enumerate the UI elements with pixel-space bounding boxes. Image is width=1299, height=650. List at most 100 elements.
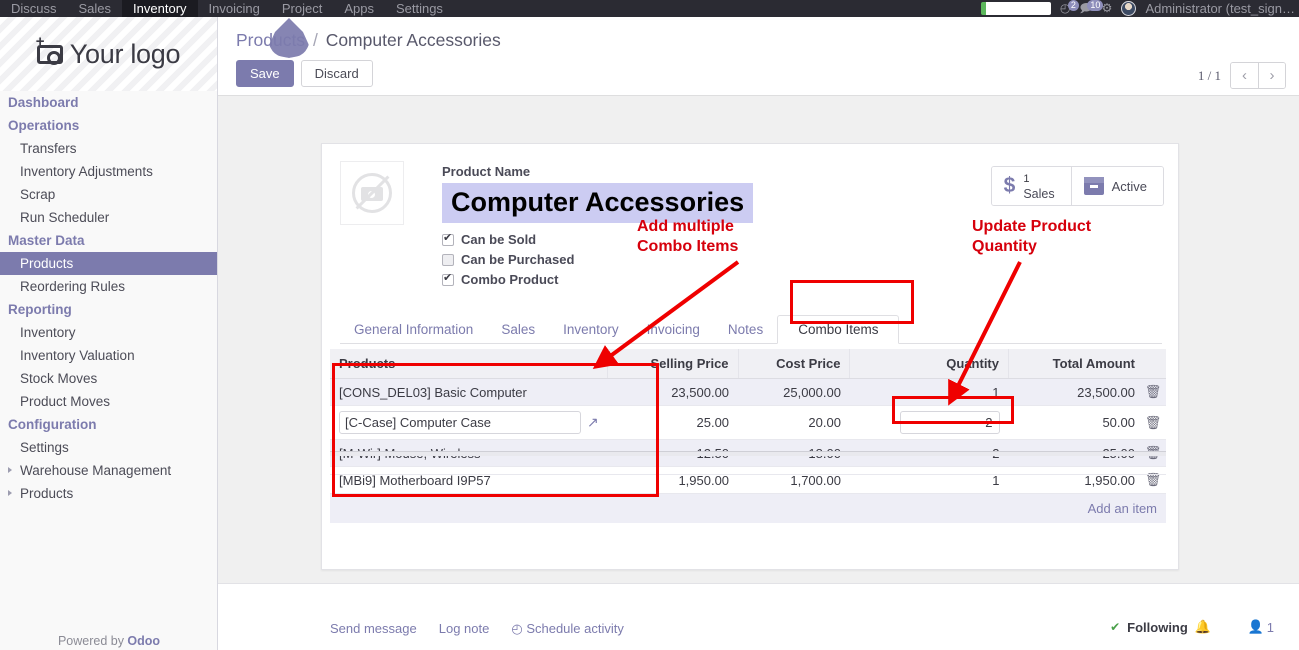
sidebar-item-stock-moves[interactable]: Stock Moves	[0, 367, 217, 390]
cell-selling-price[interactable]: 25.00	[607, 405, 739, 440]
delete-row-button[interactable]: 🗑	[1144, 405, 1166, 440]
column-header-products[interactable]: Products	[330, 349, 609, 379]
column-header-quantity[interactable]: Quantity	[849, 349, 1009, 379]
checkbox-row-can-be-purchased[interactable]: Can be Purchased	[442, 252, 574, 267]
cell-product[interactable]: [C-Case] Computer Case ↗	[330, 405, 608, 440]
cell-quantity[interactable]: 2	[849, 405, 1009, 440]
activity-icon[interactable]: ⚙	[1102, 2, 1113, 15]
product-image-placeholder[interactable]	[340, 161, 404, 225]
cell-cost-price[interactable]: 1,700.00	[738, 466, 850, 494]
cell-selling-price[interactable]: 1,950.00	[607, 466, 739, 494]
sheet-divider	[330, 474, 1166, 475]
tab-inventory[interactable]: Inventory	[549, 316, 633, 343]
user-menu-label[interactable]: Administrator (test_sign…	[1145, 1, 1295, 16]
table-row[interactable]: [CONS_DEL03] Basic Computer 23,500.00 25…	[330, 378, 1166, 406]
nav-item-discuss[interactable]: Discuss	[0, 0, 68, 17]
followers-value: 1	[1266, 619, 1274, 635]
camera-icon	[36, 33, 63, 65]
sidebar-item-transfers[interactable]: Transfers	[0, 137, 217, 160]
column-header-total-amount[interactable]: Total Amount	[1008, 349, 1144, 379]
send-message-button[interactable]: Send message	[330, 621, 417, 637]
clock-icon[interactable]: ◴ 2	[1060, 0, 1079, 15]
cell-product[interactable]: [MBi9] Motherboard I9P57	[330, 466, 608, 494]
nav-item-settings[interactable]: Settings	[385, 0, 454, 17]
avatar[interactable]	[1121, 1, 1137, 16]
checkbox-can-be-sold[interactable]	[442, 231, 454, 246]
global-search-input[interactable]	[980, 2, 1051, 15]
sidebar-item-reordering-rules[interactable]: Reordering Rules	[0, 275, 217, 298]
column-header-cost-price[interactable]: Cost Price	[738, 349, 851, 379]
save-button[interactable]: Save	[236, 60, 294, 87]
delete-row-button[interactable]: 🗑	[1144, 378, 1166, 406]
add-an-item-link[interactable]: Add an item	[1088, 501, 1157, 516]
sidebar-item-inventory-adjustments[interactable]: Inventory Adjustments	[0, 160, 217, 183]
sidebar-item-scrap[interactable]: Scrap	[0, 183, 217, 206]
following-label[interactable]: Following	[1127, 620, 1188, 635]
sidebar-item-settings[interactable]: Settings	[0, 436, 217, 459]
main-content: Products / Computer Accessories Save Dis…	[218, 17, 1299, 650]
sidebar-item-products[interactable]: Products	[0, 252, 217, 275]
nav-item-project[interactable]: Project	[271, 0, 333, 17]
product-select-input[interactable]: [C-Case] Computer Case	[339, 411, 581, 434]
cell-total-amount[interactable]: 23,500.00	[1008, 378, 1144, 406]
delete-row-button[interactable]: 🗑	[1144, 466, 1166, 494]
bell-icon[interactable]: 🔔	[1195, 619, 1211, 635]
page-title: Computer Accessories	[325, 30, 501, 50]
chevron-left-icon[interactable]: ‹	[1231, 63, 1258, 88]
discard-button[interactable]: Discard	[300, 60, 373, 87]
product-name-field: Product Name Computer Accessories	[442, 164, 754, 223]
cell-cost-price[interactable]: 20.00	[738, 405, 850, 440]
quantity-input[interactable]: 2	[899, 411, 1000, 434]
horizontal-scrollbar[interactable]	[330, 451, 1166, 456]
log-note-button[interactable]: Log note	[439, 621, 490, 637]
sidebar-item-products-config[interactable]: Products	[0, 482, 217, 505]
nav-item-sales[interactable]: Sales	[68, 0, 123, 17]
table-row[interactable]: [MBi9] Motherboard I9P57 1,950.00 1,700.…	[330, 466, 1166, 494]
sidebar-group-dashboard[interactable]: Dashboard	[0, 91, 217, 114]
external-link-icon[interactable]: ↗	[587, 414, 599, 431]
nav-item-invoicing[interactable]: Invoicing	[198, 0, 271, 17]
product-name-input[interactable]: Computer Accessories	[442, 183, 754, 223]
sidebar-item-inventory-valuation[interactable]: Inventory Valuation	[0, 344, 217, 367]
chat-icon[interactable]: 🗩 10	[1079, 0, 1104, 15]
chevron-right-icon[interactable]: ›	[1258, 63, 1285, 88]
trash-icon[interactable]: 🗑	[1145, 384, 1162, 399]
user-icon: 👤	[1247, 619, 1264, 634]
cell-selling-price[interactable]: 23,500.00	[607, 378, 739, 406]
cell-total-amount[interactable]: 50.00	[1008, 405, 1144, 440]
checkbox-can-be-purchased[interactable]	[442, 253, 454, 266]
checkbox-row-combo-product[interactable]: Combo Product	[442, 271, 574, 287]
checkbox-combo-product[interactable]	[442, 271, 454, 286]
odoo-brand[interactable]: Odoo	[127, 634, 160, 648]
tab-notes[interactable]: Notes	[714, 316, 777, 343]
column-header-selling-price[interactable]: Selling Price	[607, 349, 739, 379]
trash-icon[interactable]: 🗑	[1145, 415, 1162, 430]
sidebar-item-warehouse-management[interactable]: Warehouse Management	[0, 459, 217, 482]
tab-combo-items[interactable]: Combo Items	[777, 315, 900, 344]
followers-count[interactable]: 👤 1	[1248, 619, 1274, 635]
breadcrumb-products[interactable]: Products	[236, 30, 305, 50]
cell-quantity[interactable]: 1	[849, 378, 1009, 406]
stat-button-sales[interactable]: $ 1 Sales	[991, 167, 1071, 205]
sidebar-item-product-moves[interactable]: Product Moves	[0, 390, 217, 413]
checkbox-row-can-be-sold[interactable]: Can be Sold	[442, 231, 574, 247]
sidebar-item-inventory-report[interactable]: Inventory	[0, 321, 217, 344]
follow-controls[interactable]: ✔ Following 🔔	[1110, 619, 1211, 635]
cell-quantity[interactable]: 1	[849, 466, 1009, 494]
nav-item-apps[interactable]: Apps	[333, 0, 385, 17]
stat-button-active[interactable]: Active	[1070, 167, 1163, 205]
add-item-row[interactable]: Add an item	[330, 493, 1166, 523]
product-flags: Can be Sold Can be Purchased Combo Produ…	[442, 231, 574, 292]
logo-text: Your logo	[69, 38, 181, 69]
sidebar-item-run-scheduler[interactable]: Run Scheduler	[0, 206, 217, 229]
schedule-activity-button[interactable]: ◴ Schedule activity	[511, 621, 624, 637]
cell-total-amount[interactable]: 1,950.00	[1008, 466, 1144, 494]
table-row[interactable]: [C-Case] Computer Case ↗ 25.00 20.00 2 5…	[330, 405, 1166, 440]
add-item-cell[interactable]: Add an item	[330, 493, 1166, 523]
nav-item-inventory[interactable]: Inventory	[122, 0, 198, 17]
tab-general-information[interactable]: General Information	[340, 316, 487, 343]
tab-sales[interactable]: Sales	[487, 316, 549, 343]
tab-invoicing[interactable]: Invoicing	[633, 316, 714, 343]
cell-cost-price[interactable]: 25,000.00	[738, 378, 850, 406]
cell-product[interactable]: [CONS_DEL03] Basic Computer	[330, 378, 608, 406]
